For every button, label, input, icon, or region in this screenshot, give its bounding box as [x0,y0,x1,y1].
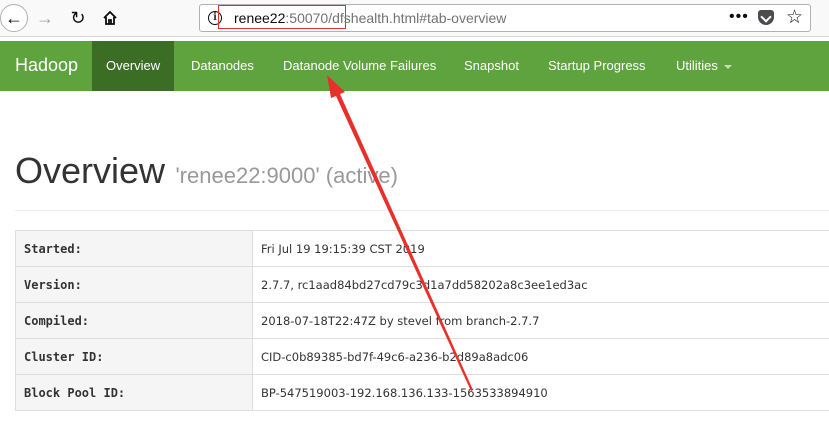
forward-arrow-icon[interactable]: → [31,4,59,32]
row-value: CID-c0b89385-bd7f-49c6-a236-b2d89a8adc06 [252,338,829,375]
row-key: Block Pool ID: [15,374,253,411]
pocket-icon[interactable] [758,10,774,25]
nav-snapshot[interactable]: Snapshot [450,41,533,91]
row-key: Started: [15,230,253,267]
row-value: 2018-07-18T22:47Z by stevel from branch-… [252,302,829,339]
home-icon[interactable] [96,4,124,32]
nav-startup-progress[interactable]: Startup Progress [534,41,660,91]
table-row: Started: Fri Jul 19 19:15:39 CST 2019 [15,230,829,267]
reload-icon[interactable]: ↻ [64,4,92,32]
table-row: Cluster ID: CID-c0b89385-bd7f-49c6-a236-… [15,338,829,375]
url-bar[interactable]: i renee22:50070/dfshealth.html#tab-overv… [199,4,811,32]
nav-datanodes[interactable]: Datanodes [177,41,268,91]
caret-down-icon [723,64,732,69]
nav-utilities[interactable]: Utilities [662,41,746,91]
brand-logo[interactable]: Hadoop [15,55,78,76]
table-row: Compiled: 2018-07-18T22:47Z by stevel fr… [15,302,829,339]
back-arrow-icon[interactable]: ← [0,4,28,32]
nav-overview[interactable]: Overview [92,41,175,91]
divider [15,210,829,211]
row-key: Compiled: [15,302,253,339]
page-title-subtitle: 'renee22:9000' (active) [175,163,398,188]
url-port: :50070/ [285,10,333,26]
row-value: 2.7.7, rc1aad84bd27cd79c3d1a7dd58202a8c3… [252,266,829,303]
url-text[interactable]: renee22:50070/dfshealth.html#tab-overvie… [234,10,506,26]
row-key: Cluster ID: [15,338,253,375]
bookmark-star-icon[interactable]: ☆ [786,6,803,29]
table-row: Version: 2.7.7, rc1aad84bd27cd79c3d1a7dd… [15,266,829,303]
row-value: BP-547519003-192.168.136.133-15635338949… [252,374,829,411]
page-title: Overview 'renee22:9000' (active) [15,150,398,192]
url-path: dfshealth.html#tab-overview [332,10,507,26]
browser-toolbar: ← → ↻ i renee22:50070/dfshealth.html#tab… [0,0,829,37]
row-key: Version: [15,266,253,303]
hadoop-navbar: Hadoop Overview Datanodes Datanode Volum… [0,41,829,91]
nav-datanode-volume-failures[interactable]: Datanode Volume Failures [269,41,450,91]
overview-table: Started: Fri Jul 19 19:15:39 CST 2019 Ve… [15,230,829,411]
table-row: Block Pool ID: BP-547519003-192.168.136.… [15,374,829,411]
row-value: Fri Jul 19 19:15:39 CST 2019 [252,230,829,267]
nav-utilities-label: Utilities [676,58,718,73]
page-actions-icon[interactable]: ••• [729,8,749,26]
url-host: renee22 [234,10,286,26]
page-title-main: Overview [15,150,166,191]
